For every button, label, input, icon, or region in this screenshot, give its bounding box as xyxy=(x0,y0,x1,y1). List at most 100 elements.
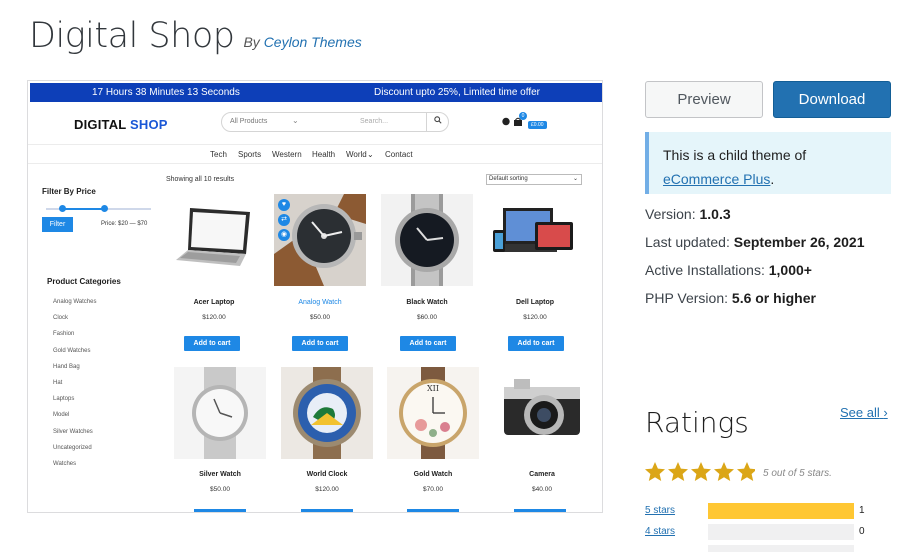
theme-title: Digital Shop xyxy=(29,16,235,56)
black-watch-image xyxy=(381,194,473,286)
product-name: Camera xyxy=(529,471,555,478)
gold-watch-image: XII xyxy=(387,367,479,459)
product-card xyxy=(496,367,588,477)
chevron-down-icon: ⌄ xyxy=(572,176,578,182)
installs-value: 1,000+ xyxy=(768,262,812,278)
dell-laptop-image xyxy=(489,194,581,286)
notice-text: This is a child theme of xyxy=(663,147,807,163)
product-name: Black Watch xyxy=(406,299,448,306)
product-price: $120.00 xyxy=(315,486,339,493)
compare-icon: ⇄ xyxy=(278,214,290,226)
filter-button: Filter xyxy=(42,217,73,232)
product-name: Silver Watch xyxy=(199,471,241,478)
search-placeholder: Search... xyxy=(360,118,389,125)
world-clock-image xyxy=(281,367,373,459)
chevron-down-icon: ⌄ xyxy=(292,116,299,125)
category-item: Hat xyxy=(53,380,63,386)
product-card xyxy=(274,194,366,304)
filter-title: Filter By Price xyxy=(42,187,96,196)
price-slider-handle xyxy=(101,205,108,212)
product-card xyxy=(381,194,473,304)
category-item: Model xyxy=(53,412,70,418)
product-price: $70.00 xyxy=(423,486,443,493)
add-to-cart-button xyxy=(301,509,353,512)
stars-label: 5 out of 5 stars. xyxy=(763,468,832,479)
rating-label[interactable]: 4 stars xyxy=(645,526,675,537)
php-value: 5.6 or higher xyxy=(731,290,816,306)
countdown-text: 17 Hours 38 Minutes 13 Seconds xyxy=(92,87,240,98)
category-item: Clock xyxy=(53,315,69,321)
product-card xyxy=(281,367,373,477)
meta-version: Version: 1.0.3 xyxy=(645,206,731,222)
sorting-select: Default sorting ⌄ xyxy=(486,174,582,185)
rating-row-4[interactable]: 4 stars 0 xyxy=(645,524,895,540)
price-slider-handle xyxy=(59,205,66,212)
product-card: XII xyxy=(387,367,479,477)
rating-count: 1 xyxy=(859,505,865,516)
rating-label[interactable]: 5 stars xyxy=(645,505,675,516)
rating-bar-track xyxy=(708,524,854,540)
category-item: Watches xyxy=(53,461,77,467)
svg-text:XII: XII xyxy=(427,384,439,393)
shop-header: DIGITAL SHOP All Products ⌄ Search... 0 … xyxy=(28,104,602,144)
heart-icon: ♥ xyxy=(278,199,290,211)
rating-bar-track xyxy=(708,545,854,552)
product-price: $40.00 xyxy=(532,486,552,493)
add-to-cart-button xyxy=(514,509,566,512)
theme-byline: By Ceylon Themes xyxy=(243,34,361,50)
product-name: World Clock xyxy=(306,471,348,478)
nav-item: World xyxy=(346,150,367,159)
category-item: Silver Watches xyxy=(53,429,93,435)
nav-item: Health xyxy=(312,150,336,159)
category-item: Gold Watches xyxy=(53,348,91,354)
download-button[interactable]: Download xyxy=(773,81,891,118)
product-price: $50.00 xyxy=(210,486,230,493)
nav-item: Sports xyxy=(238,150,262,159)
price-range-text: Price: $20 — $70 xyxy=(101,221,148,227)
product-name: Gold Watch xyxy=(413,471,453,478)
meta-php: PHP Version: 5.6 or higher xyxy=(645,290,816,306)
product-name: Dell Laptop xyxy=(515,299,555,306)
category-item: Fashion xyxy=(53,331,75,337)
nav-item: Western xyxy=(272,150,302,159)
shop-logo: DIGITAL SHOP xyxy=(74,117,168,132)
cart-count: 0 xyxy=(519,112,527,120)
add-to-cart-button: Add to cart xyxy=(400,336,456,351)
product-card xyxy=(174,367,266,477)
product-price: $120.00 xyxy=(523,314,547,321)
laptop-image xyxy=(168,194,260,286)
version-value: 1.0.3 xyxy=(699,206,731,222)
byline-prefix: By xyxy=(243,34,260,50)
view-icon: ◉ xyxy=(278,229,290,241)
theme-screenshot: 17 Hours 38 Minutes 13 Seconds Discount … xyxy=(27,80,603,513)
rating-row-3[interactable] xyxy=(645,545,895,552)
theme-header: Digital Shop By Ceylon Themes xyxy=(29,16,362,56)
product-price: $60.00 xyxy=(417,314,437,321)
author-link[interactable]: Ceylon Themes xyxy=(264,34,362,50)
parent-theme-link[interactable]: eCommerce Plus xyxy=(663,171,770,187)
category-item: Analog Watches xyxy=(53,299,97,305)
see-all-link[interactable]: See all › xyxy=(840,405,888,420)
product-price: $120.00 xyxy=(202,314,226,321)
category-item: Laptops xyxy=(53,396,75,402)
chevron-right-icon: › xyxy=(883,405,888,420)
silver-watch-image xyxy=(174,367,266,459)
shop-nav: Tech Sports Western Health World ⌄ Conta… xyxy=(28,144,602,164)
rating-bar-track xyxy=(708,503,854,519)
product-name: Analog Watch xyxy=(298,299,342,306)
category-item: Hand Bag xyxy=(53,364,80,370)
chevron-down-icon: ⌄ xyxy=(367,150,374,159)
star-rating xyxy=(645,461,757,489)
add-to-cart-button xyxy=(194,509,246,512)
rating-row-5[interactable]: 5 stars 1 xyxy=(645,503,895,519)
nav-item: Contact xyxy=(385,150,413,159)
promo-topbar: 17 Hours 38 Minutes 13 Seconds Discount … xyxy=(30,83,602,102)
preview-button[interactable]: Preview xyxy=(645,81,763,118)
meta-updated: Last updated: September 26, 2021 xyxy=(645,234,865,250)
cart-price: £0.00 xyxy=(528,121,547,129)
search-icon xyxy=(426,112,448,132)
add-to-cart-button xyxy=(407,509,459,512)
add-to-cart-button: Add to cart xyxy=(508,336,564,351)
rating-count: 0 xyxy=(859,526,865,537)
offer-text: Discount upto 25%, Limited time offer xyxy=(374,87,541,98)
